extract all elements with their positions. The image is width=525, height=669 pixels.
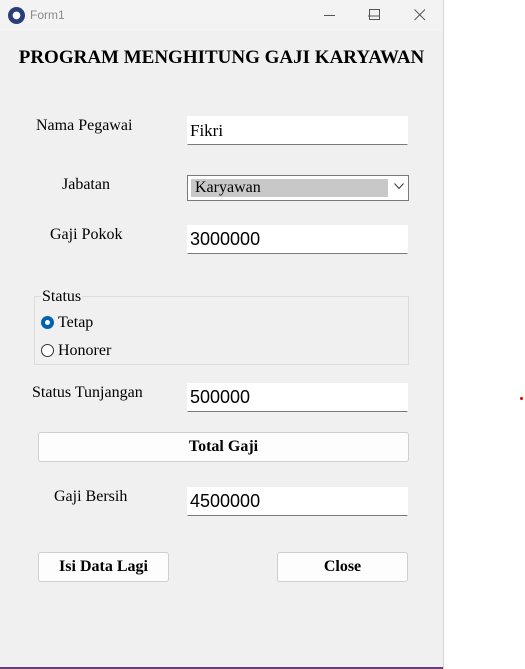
nama-pegawai-input[interactable]: Fikri (187, 116, 408, 145)
isi-data-lagi-button[interactable]: Isi Data Lagi (38, 552, 169, 582)
close-icon (414, 9, 426, 21)
close-window-button[interactable] (397, 0, 443, 31)
gaji-pokok-label: Gaji Pokok (50, 226, 123, 243)
minimize-icon (324, 15, 335, 16)
status-tunjangan-input[interactable]: 500000 (187, 383, 408, 412)
status-tunjangan-label: Status Tunjangan (32, 384, 143, 401)
page-title: PROGRAM MENGHITUNG GAJI KARYAWAN (18, 47, 425, 68)
app-icon: ● (8, 7, 25, 24)
marker-dot (520, 397, 523, 400)
radio-checked-icon[interactable] (41, 316, 54, 329)
radio-tetap-label: Tetap (58, 314, 94, 331)
maximize-icon (369, 9, 380, 20)
gaji-bersih-input[interactable]: 4500000 (187, 487, 408, 516)
maximize-button[interactable] (352, 0, 398, 31)
radio-unchecked-icon[interactable] (41, 344, 54, 357)
total-gaji-button[interactable]: Total Gaji (38, 432, 409, 462)
form-window: ● Form1 PROGRAM MENGHITUNG GAJI KARYAWAN… (0, 0, 444, 669)
radio-honorer-label: Honorer (58, 342, 112, 359)
jabatan-label: Jabatan (62, 176, 110, 193)
window-title: Form1 (30, 8, 65, 22)
status-legend: Status (41, 288, 83, 306)
chevron-down-icon (394, 183, 404, 190)
minimize-button[interactable] (306, 0, 352, 31)
close-button[interactable]: Close (277, 552, 408, 582)
gaji-bersih-label: Gaji Bersih (54, 488, 128, 505)
jabatan-selected-value: Karyawan (191, 179, 388, 197)
nama-pegawai-label: Nama Pegawai (36, 117, 133, 134)
gaji-pokok-input[interactable]: 3000000 (187, 225, 408, 254)
jabatan-select[interactable]: Karyawan (187, 175, 409, 201)
